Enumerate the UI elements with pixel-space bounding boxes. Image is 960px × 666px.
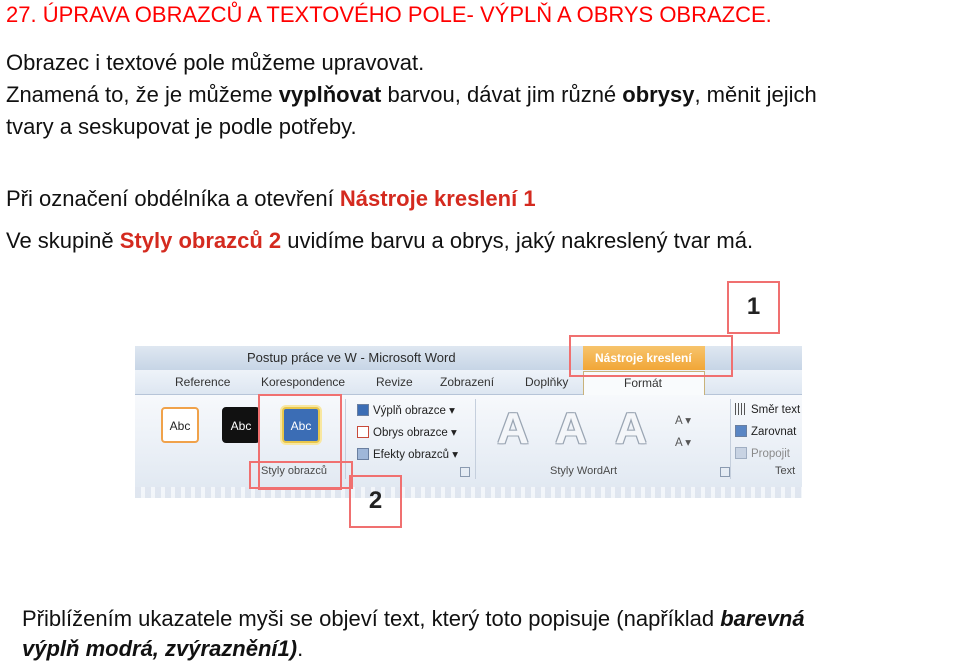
tab-review[interactable]: Revize bbox=[376, 375, 413, 389]
intro-text: barvou, dávat jim různé bbox=[381, 82, 623, 107]
callout-box-1: 1 bbox=[727, 281, 780, 334]
window-title: Postup práce ve W - Microsoft Word bbox=[247, 350, 456, 365]
instruction-line-2: Ve skupině Styly obrazců 2 uvidíme barvu… bbox=[6, 226, 753, 256]
shape-style-swatch-orange[interactable]: Abc bbox=[161, 407, 199, 443]
wordart-style-2[interactable]: A bbox=[545, 407, 597, 451]
intro-line-1: Obrazec i textové pole můžeme upravovat. bbox=[6, 50, 425, 75]
example-tooltip-text: barevná bbox=[720, 606, 805, 631]
text-direction-icon bbox=[735, 403, 747, 415]
shape-effects-label: Efekty obrazců bbox=[373, 449, 450, 461]
shape-outline-button[interactable]: Obrys obrazce ▾ bbox=[357, 425, 457, 439]
dialog-launcher-icon[interactable] bbox=[720, 467, 730, 477]
dialog-launcher-icon[interactable] bbox=[460, 467, 470, 477]
callout-number-2: 2 bbox=[368, 487, 383, 514]
term-shape-styles: Styly obrazců 2 bbox=[119, 228, 282, 253]
intro-text: , měnit jejich bbox=[694, 82, 817, 107]
shape-fill-label: Výplň obrazce bbox=[373, 405, 446, 417]
align-icon bbox=[735, 425, 747, 437]
tab-addins[interactable]: Doplňky bbox=[525, 375, 568, 389]
example-tooltip-text: výplň modrá, zvýraznění1) bbox=[22, 636, 298, 661]
term-drawing-tools: Nástroje kreslení 1 bbox=[339, 186, 536, 211]
paint-bucket-icon bbox=[357, 404, 369, 416]
intro-line-3: tvary a seskupovat je podle potřeby. bbox=[6, 114, 357, 139]
separator bbox=[730, 399, 731, 479]
term-outline: obrysy bbox=[622, 82, 695, 107]
instruction-text: Ve skupině bbox=[6, 228, 120, 253]
footer-text: Přiblížením ukazatele myši se objeví tex… bbox=[22, 606, 721, 631]
group-label-wordart: Styly WordArt bbox=[550, 465, 618, 477]
wordart-effects-dropdown[interactable]: A ▾ bbox=[675, 435, 691, 449]
effects-icon bbox=[357, 448, 369, 460]
wordart-style-3[interactable]: A bbox=[605, 407, 657, 451]
instruction-line-1: Při označení obdélníka a otevření Nástro… bbox=[6, 184, 536, 214]
footer-text: . bbox=[297, 636, 304, 661]
callout-box-2: 2 bbox=[349, 475, 402, 528]
tab-format-label: Formát bbox=[624, 376, 663, 390]
tab-mailings[interactable]: Korespondence bbox=[261, 375, 345, 389]
highlight-drawing-tools bbox=[569, 335, 733, 377]
shape-style-swatch-black[interactable]: Abc bbox=[222, 407, 260, 443]
pen-outline-icon bbox=[357, 426, 369, 438]
shape-effects-button[interactable]: Efekty obrazců ▾ bbox=[357, 447, 458, 461]
text-direction-button[interactable]: Směr text bbox=[735, 403, 800, 416]
instruction-text: uvidíme barvu a obrys, jaký nakreslený t… bbox=[281, 228, 754, 253]
ribbon-body: Abc Abc Abc Styly obrazců Výplň obrazce … bbox=[135, 395, 802, 498]
highlight-shape-styles-label bbox=[249, 461, 353, 489]
link-label: Propojit bbox=[751, 448, 790, 460]
shape-outline-label: Obrys obrazce bbox=[373, 427, 448, 439]
footer-line-1: Přiblížením ukazatele myši se objeví tex… bbox=[22, 604, 805, 634]
tab-view[interactable]: Zobrazení bbox=[440, 375, 494, 389]
shape-fill-button[interactable]: Výplň obrazce ▾ bbox=[357, 403, 455, 417]
ribbon-bottom-edge bbox=[135, 487, 802, 498]
page-title: 27. ÚPRAVA OBRAZCŮ A TEXTOVÉHO POLE- VÝP… bbox=[6, 2, 772, 27]
group-label-text: Text bbox=[775, 465, 796, 477]
align-label: Zarovnat bbox=[751, 426, 797, 438]
term-fill: vyplňovat bbox=[278, 82, 382, 107]
wordart-fill-dropdown[interactable]: A ▾ bbox=[675, 413, 691, 427]
tab-reference[interactable]: Reference bbox=[175, 375, 230, 389]
wordart-style-1[interactable]: A bbox=[487, 407, 539, 451]
separator bbox=[475, 399, 476, 479]
link-button[interactable]: Propojit bbox=[735, 447, 790, 460]
intro-line-2: Znamená to, že je můžeme vyplňovat barvo… bbox=[6, 80, 817, 110]
instruction-text: Při označení obdélníka a otevření bbox=[6, 186, 340, 211]
link-icon bbox=[735, 447, 747, 459]
intro-text: Znamená to, že je můžeme bbox=[6, 82, 279, 107]
align-button[interactable]: Zarovnat bbox=[735, 425, 796, 438]
text-direction-label: Směr text bbox=[751, 404, 801, 416]
footer-line-2: výplň modrá, zvýraznění1). bbox=[22, 634, 303, 664]
callout-number-1: 1 bbox=[746, 293, 761, 320]
